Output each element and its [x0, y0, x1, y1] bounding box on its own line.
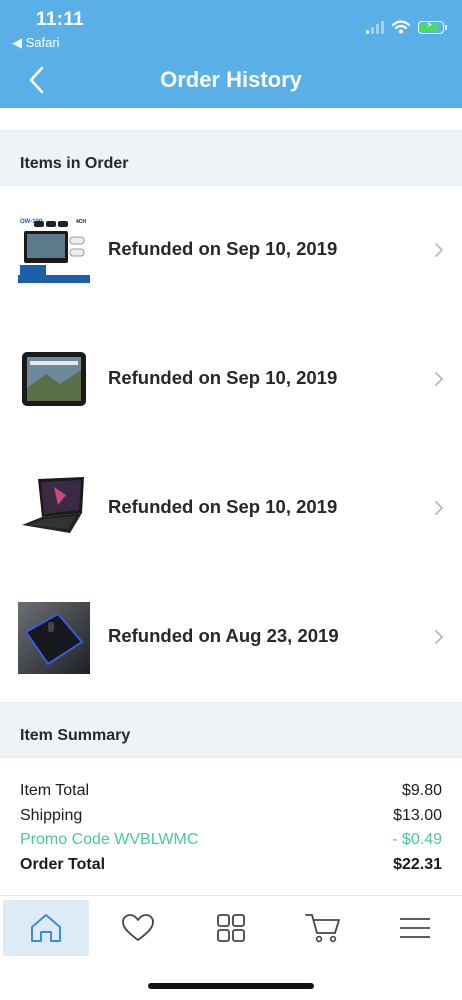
- signal-icon: [366, 20, 384, 34]
- cart-icon: [305, 914, 340, 943]
- promo-code-row: Promo Code WVBLWMC - $0.49: [20, 831, 442, 849]
- grid-icon: [217, 914, 245, 942]
- order-total-label: Order Total: [20, 856, 106, 873]
- tab-categories[interactable]: [188, 900, 274, 956]
- order-summary: Item Total $9.80 Shipping $13.00 Promo C…: [0, 758, 462, 896]
- summary-section-title: Item Summary: [20, 727, 131, 744]
- summary-section-header: Item Summary: [0, 702, 462, 758]
- shipping-value: $13.00: [393, 807, 442, 824]
- order-item[interactable]: OW-100 4CH Refunded on Sep 10, 2019: [0, 186, 462, 315]
- home-indicator: [148, 983, 314, 989]
- tab-wishlist[interactable]: [95, 900, 181, 956]
- back-to-safari-link[interactable]: ◀ Safari: [12, 35, 60, 51]
- item-refund-status: Refunded on Sep 10, 2019: [108, 496, 338, 517]
- shipping-label: Shipping: [20, 807, 83, 824]
- tab-cart[interactable]: [280, 900, 366, 956]
- spacer: [0, 108, 462, 130]
- chevron-right-icon: [435, 501, 444, 515]
- promo-code-value: - $0.49: [392, 831, 442, 848]
- items-section-header: Items in Order: [0, 130, 462, 186]
- chevron-right-icon: [435, 372, 444, 386]
- tab-menu[interactable]: [372, 900, 458, 956]
- battery-icon: ⚡: [418, 20, 447, 34]
- items-section-title: Items in Order: [20, 155, 129, 172]
- promo-code-label: Promo Code WVBLWMC: [20, 831, 199, 848]
- order-item[interactable]: Refunded on Aug 23, 2019: [0, 573, 462, 702]
- wifi-icon: [392, 20, 410, 34]
- item-total-value: $9.80: [401, 782, 442, 799]
- status-icons: ⚡: [366, 20, 447, 34]
- home-icon: [31, 914, 61, 942]
- tablet-image: [18, 344, 90, 416]
- heart-icon: [122, 914, 154, 941]
- security-camera-kit-image: OW-100 4CH: [18, 215, 90, 287]
- chevron-right-icon: [435, 243, 444, 257]
- item-total-row: Item Total $9.80: [20, 782, 442, 800]
- order-total-row: Order Total $22.31: [20, 856, 442, 874]
- order-item[interactable]: Refunded on Sep 10, 2019: [0, 315, 462, 444]
- menu-icon: [400, 918, 430, 938]
- shipping-row: Shipping $13.00: [20, 807, 442, 825]
- laptop-image: [18, 473, 90, 545]
- tab-home[interactable]: [3, 900, 89, 956]
- item-refund-status: Refunded on Sep 10, 2019: [108, 238, 338, 259]
- phone-case-image: [18, 602, 90, 674]
- page-title: Order History: [160, 67, 302, 92]
- svg-text:4CH: 4CH: [76, 219, 86, 225]
- item-refund-status: Refunded on Sep 10, 2019: [108, 367, 338, 388]
- order-total-value: $22.31: [393, 856, 442, 873]
- item-refund-status: Refunded on Aug 23, 2019: [108, 625, 339, 646]
- app-header: 11:11 ◀ Safari ⚡ Order History: [0, 0, 462, 108]
- order-item[interactable]: Refunded on Sep 10, 2019: [0, 444, 462, 573]
- status-time: 11:11: [36, 9, 84, 30]
- item-total-label: Item Total: [20, 782, 90, 799]
- chevron-right-icon: [435, 630, 444, 644]
